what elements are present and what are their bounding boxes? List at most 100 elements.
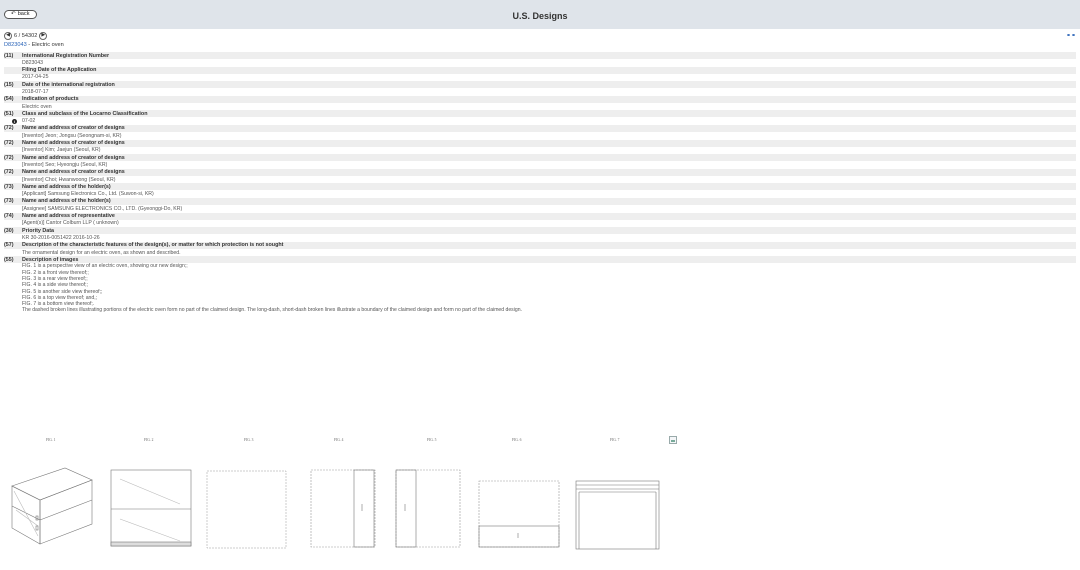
section-code: (54) [4, 96, 14, 103]
section-label: Date of the international registration [22, 81, 115, 88]
record-id-link[interactable]: D823043 [4, 42, 27, 48]
section-value: [Inventor] Jeon; Jongsu (Seongnam-si, KR… [22, 132, 122, 139]
figure-label: FIG. 7 [610, 438, 620, 442]
section-value: [Inventor] Seo; Hyeongju (Seoul, KR) [22, 161, 108, 168]
figure-1-drawing [11, 467, 93, 545]
section-value: Electric oven [22, 103, 52, 110]
section-value: [Applicant] Samsung Electronics Co., Ltd… [22, 191, 154, 198]
section-value-row: [Inventor] Seo; Hyeongju (Seoul, KR) [4, 161, 1076, 169]
section-value: [Agent(s)] Cantor Colburn LLP ( unknown) [22, 220, 119, 227]
section-header: (74) Name and address of representative [4, 212, 1076, 220]
description-line: The dashed broken lines illustrating por… [22, 307, 522, 314]
section-header: (55) Description of images [4, 256, 1076, 264]
record-section: (72) Name and address of creator of desig… [4, 124, 1076, 140]
info-icon[interactable]: i [12, 118, 17, 124]
figure-strip: FIG. 1 FIG. 2 FIG. 3 FIG. 4 FIG. 5 FIG. 6 FIG.… [0, 436, 1080, 570]
section-code: (73) [4, 198, 14, 205]
section-code: (72) [4, 169, 14, 176]
section-header: (72) Name and address of creator of desig… [4, 154, 1076, 162]
section-code: (73) [4, 183, 14, 190]
section-value-row: KR 30-2016-0051422 2016-10-26 [4, 234, 1076, 242]
section-value: 2018-07-17 [22, 88, 49, 95]
section-header: (11) International Registration Number [4, 52, 1076, 59]
section-code: (30) [4, 227, 14, 234]
record-section: (72) Name and address of creator of desig… [4, 139, 1076, 155]
record-section: (11) International Registration Number D82… [4, 52, 1076, 67]
record-section: (72) Name and address of creator of desig… [4, 154, 1076, 169]
section-header: (15) Date of the international registrati… [4, 81, 1076, 89]
section-value: 2017-04-25 [22, 74, 49, 81]
section-label: Name and address of creator of designs [22, 169, 125, 176]
images-description-section: (55) Description of images FIG. 1 is a per… [4, 256, 1076, 313]
figure-label: FIG. 6 [512, 438, 522, 442]
record-section: (57) Description of the characteristic fe… [4, 241, 1076, 257]
section-code: (72) [4, 125, 14, 132]
section-label: Filing Date of the Application [22, 67, 97, 74]
record-section: (15) Date of the international registrati… [4, 81, 1076, 96]
section-header: (54) Indication of products [4, 95, 1076, 103]
record-section: (74) Name and address of representative [A… [4, 212, 1076, 228]
top-bar: ↶ back U.S. Designs [0, 0, 1080, 29]
section-label: Name and address of creator of designs [22, 154, 125, 161]
section-label: Description of images [22, 256, 79, 263]
record-title: D823043 - Electric oven [4, 42, 64, 48]
record-sections: (11) International Registration Number D82… [4, 52, 1076, 314]
section-label: Name and address of the holder(s) [22, 183, 111, 190]
section-label: Indication of products [22, 96, 79, 103]
figure-5-drawing [395, 469, 461, 548]
section-header: (72) Name and address of creator of desig… [4, 139, 1076, 147]
section-label: Class and subclass of the Locarno Classi… [22, 110, 148, 117]
record-navigation: ◀ 6 / 54302 ▶ [4, 31, 48, 40]
section-value-row: [Assignee] SAMSUNG ELECTRONICS CO., LTD.… [4, 205, 1076, 213]
chevron-right-icon[interactable]: ▶ [39, 31, 48, 40]
section-header: (73) Name and address of the holder(s) [4, 197, 1076, 205]
section-header: Filing Date of the Application [4, 66, 1076, 74]
section-value-row: [Applicant] Samsung Electronics Co., Ltd… [4, 190, 1076, 198]
figure-7-drawing [575, 480, 660, 550]
section-value-row: [Inventor] Jeon; Jongsu (Seongnam-si, KR… [4, 132, 1076, 140]
figure-label: FIG. 5 [427, 438, 437, 442]
section-value: The ornamental design for an electric ov… [22, 249, 181, 256]
section-value: KR 30-2016-0051422 2016-10-26 [22, 234, 100, 241]
chevron-left-icon[interactable]: ◀ [4, 31, 12, 40]
section-label: Name and address of creator of designs [22, 140, 125, 147]
record-section: (73) Name and address of the holder(s) [As… [4, 197, 1076, 213]
section-header: (57) Description of the characteristic fe… [4, 241, 1076, 249]
record-section: (51) Class and subclass of the Locarno Cl… [4, 110, 1076, 125]
section-value: [Inventor] Choi; Hwanwoong (Seoul, KR) [22, 176, 116, 183]
section-header: (51) Class and subclass of the Locarno Cl… [4, 110, 1076, 118]
record-section: (54) Indication of products Electric oven [4, 95, 1076, 111]
section-header: (73) Name and address of the holder(s) [4, 183, 1076, 191]
section-label: Name and address of creator of designs [22, 125, 125, 132]
figure-label: FIG. 3 [244, 438, 254, 442]
broken-image-icon [669, 436, 677, 444]
section-value-row: [Agent(s)] Cantor Colburn LLP ( unknown) [4, 220, 1076, 228]
section-label: Description of the characteristic featur… [22, 242, 284, 249]
section-value-row: 2018-07-17 [4, 88, 1076, 96]
figure-label: FIG. 4 [334, 438, 344, 442]
section-code: (57) [4, 242, 14, 249]
record-title-text: - Electric oven [26, 42, 64, 48]
section-code: (55) [4, 256, 14, 263]
section-value-row: i 07-02 [4, 117, 1076, 125]
section-code: (74) [4, 213, 14, 220]
record-position: 6 / 54302 [14, 32, 38, 39]
images-description-lines: FIG. 1 is a perspective view of an elect… [4, 263, 1076, 313]
section-value: [Inventor] Kim; Jaejun (Seoul, KR) [22, 147, 101, 154]
figure-2-drawing [110, 469, 192, 547]
section-code: (15) [4, 81, 14, 88]
figure-4-drawing [310, 469, 376, 548]
section-label: Priority Data [22, 227, 55, 234]
link-icon[interactable]: ⚭⚭ [1066, 32, 1076, 39]
section-code: (11) [4, 52, 14, 59]
record-section: (73) Name and address of the holder(s) [Ap… [4, 183, 1076, 198]
figure-label: FIG. 1 [46, 438, 56, 442]
section-label: Name and address of representative [22, 213, 115, 220]
section-value: 07-02 [22, 118, 36, 125]
page-title: U.S. Designs [512, 11, 568, 21]
section-value-row: 2017-04-25 [4, 74, 1076, 82]
section-label: Name and address of the holder(s) [22, 198, 111, 205]
section-header: (30) Priority Data [4, 227, 1076, 235]
section-value-row: [Inventor] Kim; Jaejun (Seoul, KR) [4, 147, 1076, 155]
record-section: (72) Name and address of creator of desig… [4, 168, 1076, 184]
